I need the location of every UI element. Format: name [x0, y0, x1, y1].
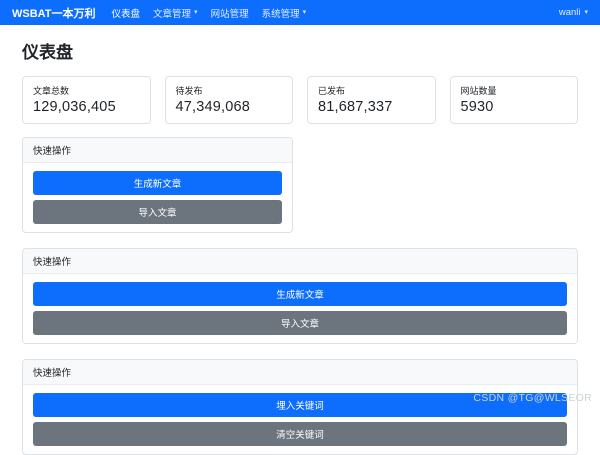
panel-header: 快速操作	[23, 249, 577, 274]
top-navbar: WSBAT一本万利 仪表盘 文章管理 ▾ 网站管理 系统管理 ▾ wanli ▾	[0, 0, 600, 25]
main-content: 仪表盘 文章总数 129,036,405 待发布 47,349,068 已发布 …	[0, 25, 600, 455]
generate-article-button[interactable]: 生成新文章	[33, 171, 282, 195]
stat-card-total-articles: 文章总数 129,036,405	[22, 76, 151, 124]
stat-card-published: 已发布 81,687,337	[307, 76, 436, 124]
panel-body: 生成新文章 导入文章	[23, 274, 577, 343]
nav-item-article-management[interactable]: 文章管理 ▾	[153, 6, 198, 20]
stat-card-pending-publish: 待发布 47,349,068	[164, 76, 293, 124]
panel-header: 快速操作	[23, 360, 577, 385]
stat-label: 待发布	[175, 86, 203, 96]
nav-item-label: 仪表盘	[111, 8, 141, 20]
caret-down-icon: ▾	[302, 9, 307, 16]
nav-item-label: 网站管理	[210, 8, 249, 20]
stats-row: 文章总数 129,036,405 待发布 47,349,068 已发布 81,6…	[22, 76, 578, 124]
import-article-button[interactable]: 导入文章	[33, 311, 567, 335]
stat-label: 网站数量	[460, 86, 497, 96]
username: wanli	[558, 7, 581, 18]
stat-value: 47,349,068	[175, 99, 251, 115]
brand-logo[interactable]: WSBAT一本万利	[12, 5, 96, 21]
quick-actions-panel-2: 快速操作 生成新文章 导入文章	[22, 248, 578, 344]
caret-down-icon: ▾	[194, 9, 198, 16]
panel-body: 生成新文章 导入文章	[23, 163, 292, 232]
stat-label: 文章总数	[33, 86, 70, 96]
stat-value: 129,036,405	[33, 99, 116, 115]
nav-item-site-management[interactable]: 网站管理	[211, 6, 249, 20]
nav-item-label: 系统管理	[261, 8, 300, 20]
stat-value: 81,687,337	[318, 99, 393, 115]
nav-item-system-management[interactable]: 系统管理 ▾	[262, 6, 307, 20]
main-nav: 仪表盘 文章管理 ▾ 网站管理 系统管理 ▾	[112, 6, 559, 20]
generate-article-button[interactable]: 生成新文章	[33, 282, 567, 306]
quick-actions-panel-3: 快速操作 埋入关键词 清空关键词	[22, 359, 578, 455]
clear-keywords-button[interactable]: 清空关键词	[33, 422, 567, 446]
stat-card-site-count: 网站数量 5930	[449, 76, 578, 124]
nav-item-dashboard[interactable]: 仪表盘	[112, 6, 141, 20]
user-menu[interactable]: wanli ▾	[559, 7, 588, 18]
nav-item-label: 文章管理	[153, 8, 192, 20]
caret-down-icon: ▾	[584, 9, 588, 16]
stat-value: 5930	[460, 99, 494, 115]
csdn-watermark: CSDN @TG@WLSEOR	[473, 392, 592, 404]
page-title: 仪表盘	[22, 43, 73, 62]
import-article-button[interactable]: 导入文章	[33, 200, 282, 224]
quick-actions-panel-1: 快速操作 生成新文章 导入文章	[22, 137, 293, 233]
panel-header: 快速操作	[23, 138, 292, 163]
stat-label: 已发布	[318, 86, 346, 96]
